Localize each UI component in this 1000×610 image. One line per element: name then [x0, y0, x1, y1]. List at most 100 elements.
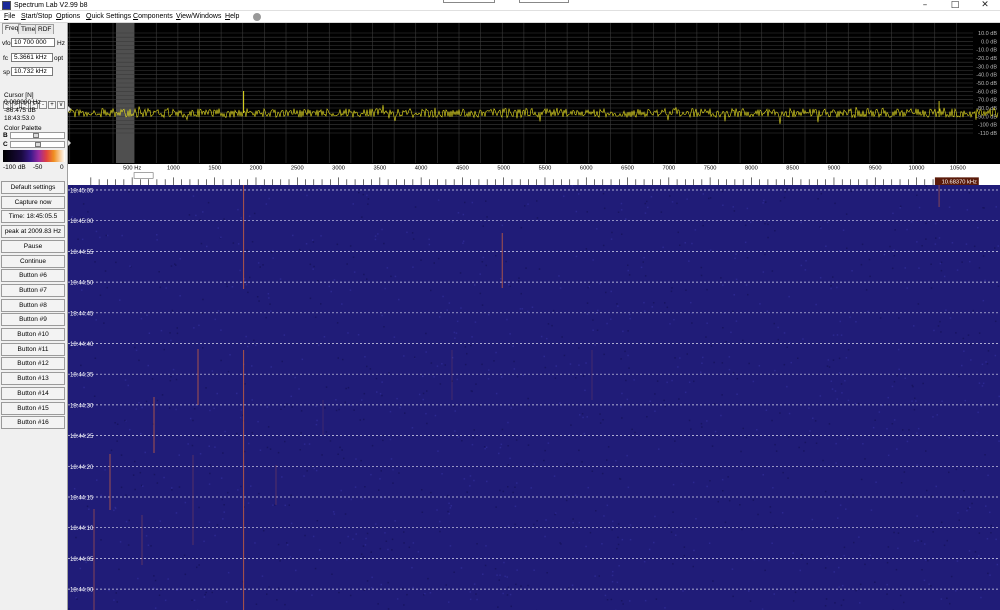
panel-button-10[interactable]: Button #9 [1, 313, 65, 327]
panel-button-9[interactable]: Button #8 [1, 298, 65, 312]
noise-speck [721, 362, 724, 364]
noise-speck [482, 573, 484, 575]
noise-speck [611, 574, 614, 577]
noise-speck [513, 360, 515, 363]
noise-speck [767, 223, 769, 226]
noise-speck [740, 450, 742, 453]
noise-speck [119, 299, 121, 301]
noise-speck [804, 269, 807, 271]
panel-button-15[interactable]: Button #14 [1, 386, 65, 400]
noise-speck [804, 441, 807, 444]
panel-button-16[interactable]: Button #15 [1, 401, 65, 415]
frequency-axis[interactable]: 500 Hz 1000 1500 2000 2500 3000 3500 4000 4500 50… [68, 163, 1000, 185]
brightness-thumb[interactable] [33, 133, 39, 138]
fc-option[interactable]: opt [54, 55, 63, 62]
contrast-thumb[interactable] [35, 142, 41, 147]
noise-speck [163, 476, 165, 479]
fc-field[interactable]: 5.3661 kHz [11, 53, 53, 62]
noise-speck [337, 453, 339, 455]
noise-speck [253, 212, 256, 215]
noise-speck [127, 544, 130, 546]
noise-speck [984, 454, 986, 456]
step-button-5[interactable]: + [48, 101, 56, 109]
noise-speck [484, 564, 487, 567]
frequency-band-highlight[interactable] [116, 23, 134, 163]
noise-speck [495, 506, 497, 508]
panel-button-11[interactable]: Button #10 [1, 328, 65, 341]
noise-speck [249, 276, 251, 279]
vfo-field[interactable]: 10 700 000 [11, 38, 55, 47]
vfo-unit: Hz [57, 40, 65, 47]
panel-button-17[interactable]: Button #16 [1, 416, 65, 430]
noise-speck [794, 591, 797, 594]
noise-speck [788, 295, 790, 298]
noise-speck [460, 307, 462, 309]
noise-speck [627, 330, 629, 332]
freq-label: 2000 [250, 166, 263, 172]
menu-view-windows[interactable]: View/Windows [176, 13, 221, 21]
spectrum-display[interactable]: 10.0 dB 0.0 dB -10.0 dB -20.0 dB -30.0 dB -40… [68, 23, 1000, 163]
panel-button-6[interactable]: Continue [1, 254, 65, 268]
panel-button-2[interactable]: Capture now [1, 195, 65, 209]
noise-speck [512, 345, 514, 347]
menu-start-stop[interactable]: Start/Stop [21, 13, 52, 21]
noise-speck [893, 419, 896, 421]
noise-speck [840, 383, 843, 385]
band-handle[interactable] [133, 172, 154, 179]
noise-speck [692, 565, 694, 568]
menu-quick-settings[interactable]: Quick Settings [86, 13, 131, 21]
noise-speck [543, 355, 545, 358]
tab-rdf[interactable]: RDF [35, 24, 55, 34]
step-button-6[interactable]: v [57, 101, 65, 109]
time-label: 18:44:00 [70, 588, 94, 594]
noise-speck [625, 218, 627, 220]
noise-speck [732, 206, 734, 208]
panel-button-4[interactable]: peak at 2009.83 Hz [1, 225, 65, 239]
maximize-icon[interactable]: □ [940, 0, 970, 11]
menu-help[interactable]: Help [225, 13, 239, 21]
noise-speck [485, 264, 487, 267]
panel-button-8[interactable]: Button #7 [1, 283, 65, 297]
noise-speck [312, 241, 315, 243]
noise-speck [175, 408, 177, 411]
noise-speck [981, 385, 984, 387]
minimize-icon[interactable]: – [910, 0, 940, 11]
menu-components[interactable]: Components [133, 13, 173, 21]
panel-button-5[interactable]: Pause [1, 239, 65, 253]
brightness-slider[interactable] [10, 132, 65, 139]
panel-button-12[interactable]: Button #11 [1, 342, 65, 356]
panel-button-1[interactable]: Default settings [1, 181, 65, 194]
noise-speck [922, 382, 924, 385]
noise-speck [629, 524, 632, 526]
panel-button-3[interactable]: Time: 18:45:05.5 [1, 210, 65, 224]
noise-speck [585, 362, 587, 364]
noise-speck [741, 528, 743, 531]
menu-file[interactable]: File [4, 13, 15, 21]
noise-speck [441, 473, 443, 475]
menu-options[interactable]: Options [56, 13, 80, 21]
noise-speck [239, 269, 241, 272]
noise-speck [223, 218, 225, 220]
sp-field[interactable]: 10.732 kHz [11, 67, 53, 76]
noise-speck [629, 538, 632, 541]
close-icon[interactable]: ✕ [970, 0, 1000, 11]
panel-button-7[interactable]: Button #6 [1, 269, 65, 283]
noise-speck [462, 213, 465, 216]
noise-speck [206, 245, 208, 248]
noise-speck [370, 587, 373, 589]
noise-speck [617, 536, 619, 539]
panel-button-13[interactable]: Button #12 [1, 357, 65, 371]
contrast-slider[interactable] [10, 141, 65, 148]
noise-speck [507, 464, 509, 466]
noise-speck [769, 511, 772, 514]
panel-button-14[interactable]: Button #13 [1, 372, 65, 386]
noise-speck [361, 553, 363, 555]
waterfall-display[interactable]: 18:45:05 18:45:00 18:44:55 18:44:50 18:44:45… [68, 185, 1000, 610]
menu-bar: File Start/Stop Options Quick Settings C… [0, 11, 1000, 23]
noise-speck [709, 480, 711, 482]
noise-speck [949, 317, 952, 319]
noise-speck [455, 332, 458, 334]
noise-speck [941, 521, 943, 524]
noise-speck [127, 384, 129, 387]
noise-speck [207, 201, 210, 204]
